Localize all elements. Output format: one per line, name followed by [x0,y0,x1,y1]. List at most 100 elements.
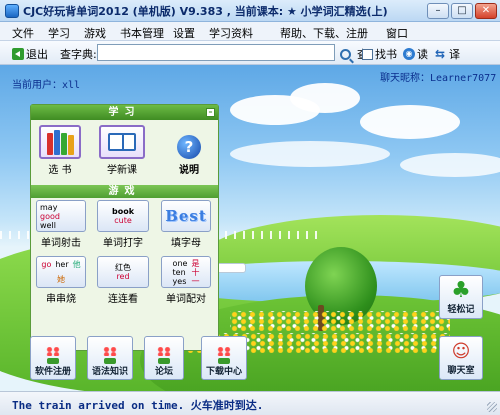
window-controls: – □ ✕ [427,3,497,19]
window-title: CJC好玩背单词2012 (单机版) V9.383 , 当前课本: ★ 小学词汇… [23,4,388,18]
minimize-button[interactable]: – [427,3,449,19]
menu-help[interactable]: 帮助、下载、注册 [280,25,368,41]
icon-word: red [116,272,130,281]
tile-image [39,125,81,159]
resize-grip[interactable] [487,402,497,412]
cloud [290,83,360,113]
icon-word: book [111,207,135,216]
exit-label: 退出 [26,48,48,61]
easy-memo-button[interactable]: ♣ 轻松记 [439,275,483,319]
icon-word: yes [172,276,187,286]
software-register-button[interactable]: 软件注册 [30,336,76,380]
close-button[interactable]: ✕ [475,3,497,19]
chat-room-button[interactable]: ☺ 聊天室 [439,336,483,380]
word-shooting-icon: may good well [36,200,86,232]
title-bar: CJC好玩背单词2012 (单机版) V9.383 , 当前课本: ★ 小学词汇… [0,0,500,22]
select-book-button[interactable]: 选 书 [39,125,81,176]
icon-word: one [172,258,188,268]
maximize-button[interactable]: □ [451,3,473,19]
menu-study[interactable]: 学习 [48,25,70,41]
icon-word: good [40,211,60,221]
cloud [230,141,390,167]
flowers [230,311,450,331]
skewer-game-label: 串串烧 [46,294,76,305]
word-match-button[interactable]: one 是 ten 十 yes 一 单词配对 [161,256,211,305]
fill-letters-label: 填字母 [171,238,201,249]
icon-word: well [40,220,56,230]
icon-word: 她 [57,275,65,285]
collapse-button[interactable]: – [206,108,215,117]
icon-word: Best [165,207,207,225]
help-button[interactable]: ? 说明 [177,135,201,176]
status-sentence: The train arrived on time. 火车准时到达. [12,399,264,412]
icon-word: 十 [191,267,200,277]
forum-button[interactable]: 论坛 [144,336,184,380]
flower-icon [154,346,174,364]
menu-materials[interactable]: 学习资料 [209,25,253,41]
dictionary-search-input[interactable] [97,44,335,61]
menu-book-manage[interactable]: 书本管理 [120,25,164,41]
read-label: 读 [417,48,428,61]
grammar-button[interactable]: 语法知识 [87,336,133,380]
icon-word: her [55,259,69,269]
download-center-label: 下载中心 [205,367,242,377]
books-icon [46,129,74,155]
status-bar: The train arrived on time. 火车准时到达. [0,391,500,415]
skewer-game-button[interactable]: go her 他 她 串串烧 [36,256,86,305]
translate-label: 译 [449,48,460,61]
read-button[interactable]: ◉ 读 [403,46,428,62]
study-header: 学习 – [31,105,218,120]
icon-word: 他 [72,259,81,269]
word-shooting-label: 单词射击 [41,238,81,249]
menu-window[interactable]: 窗口 [386,25,408,41]
learn-new-lesson-label: 学新课 [107,165,137,176]
skewer-game-icon: go her 他 她 [36,256,86,288]
download-center-button[interactable]: 下载中心 [201,336,247,380]
software-register-label: 软件注册 [34,367,71,377]
translate-icon: ⇆ [435,47,446,61]
menu-settings[interactable]: 设置 [173,25,195,41]
menu-bar: 文件 学习 游戏 书本管理 设置 学习资料 帮助、下载、注册 窗口 [0,22,500,41]
flower-icon [100,346,120,364]
help-label: 说明 [179,165,199,176]
icon-word: 是 [191,258,200,268]
speaker-icon: ◉ [403,48,415,60]
link-game-button[interactable]: 红色 red 连连看 [97,256,149,305]
word-typing-label: 单词打字 [103,238,143,249]
link-game-icon: 红色 red [97,256,149,288]
icon-word: cute [114,216,132,225]
cloud [360,105,460,139]
icon-word: may [40,202,58,212]
word-match-icon: one 是 ten 十 yes 一 [161,256,211,288]
learn-new-lesson-button[interactable]: 学新课 [99,125,145,176]
chat-room-label: 聊天室 [447,365,475,376]
exit-icon [12,48,24,60]
forum-label: 论坛 [154,367,173,377]
icon-word: go [41,259,52,269]
help-icon: ? [177,135,201,159]
current-user: 当前用户：xll [12,80,81,91]
search-icon [340,48,351,60]
icon-word: 红色 [115,263,131,272]
translate-button[interactable]: ⇆ 译 [435,46,460,62]
select-book-label: 选 书 [48,165,72,176]
find-book-label: 找书 [375,48,397,61]
cloud [400,153,500,177]
menu-file[interactable]: 文件 [12,25,34,41]
word-typing-button[interactable]: book cute 单词打字 [97,200,149,249]
find-book-checkbox[interactable]: 找书 [362,46,397,62]
tile-image [99,125,145,159]
easy-memo-label: 轻松记 [447,304,475,315]
app-icon [5,3,19,18]
exit-button[interactable]: 退出 [12,46,48,62]
fill-letters-button[interactable]: Best 填字母 [161,200,211,249]
link-game-label: 连连看 [108,294,138,305]
flower-icon [214,346,234,364]
checkbox-box[interactable] [362,48,373,60]
flower-icon [43,346,63,364]
clover-icon: ♣ [451,277,471,303]
word-shooting-button[interactable]: may good well 单词射击 [36,200,86,249]
word-typing-icon: book cute [97,200,149,232]
menu-games[interactable]: 游戏 [84,25,106,41]
icon-word: ten [172,267,186,277]
